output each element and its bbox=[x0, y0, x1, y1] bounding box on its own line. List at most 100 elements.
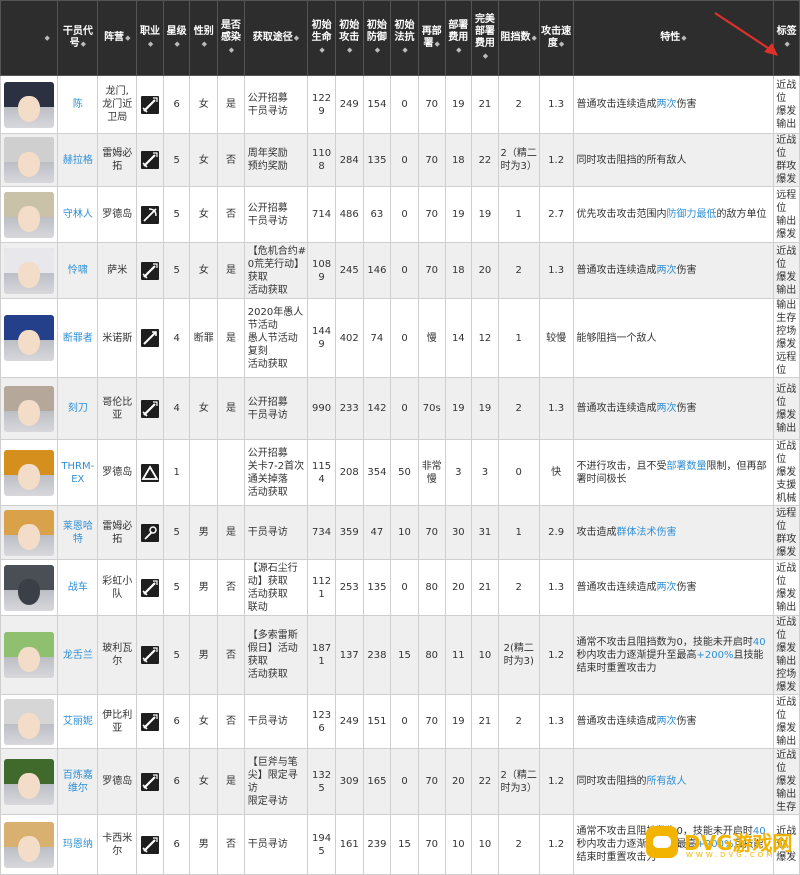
cost-cell: 30 bbox=[444, 505, 473, 560]
thrm-ex-portrait-icon[interactable] bbox=[4, 449, 55, 496]
trait-text: 普通攻击连续造成 bbox=[576, 582, 657, 593]
sort-icon[interactable]: ◆ bbox=[434, 38, 439, 50]
gender-cell-value: 男 bbox=[198, 649, 209, 661]
sort-icon[interactable]: ◆ bbox=[202, 38, 207, 50]
speed-cell-value: 2.7 bbox=[548, 209, 565, 220]
speed-cell: 1.3 bbox=[538, 242, 574, 299]
perfect_cost-cell: 10 bbox=[471, 814, 499, 875]
column-header[interactable]: 性别◆ bbox=[189, 0, 219, 76]
table-row: THRM-EX 罗德岛 1 公开招募 关卡7-2首次通关掉落 活动获取 1154 208 3… bbox=[0, 439, 800, 506]
trait-keyword: +200% bbox=[696, 839, 734, 850]
flint-portrait-icon[interactable] bbox=[4, 758, 55, 805]
trait-cell: 同时攻击阻挡的所有敌人 bbox=[572, 748, 775, 815]
blemishine-portrait-icon[interactable] bbox=[4, 821, 55, 868]
operator-name-link[interactable]: 艾丽妮 bbox=[63, 716, 93, 727]
infected-cell-value: 是 bbox=[225, 403, 236, 414]
column-header[interactable]: 星级◆ bbox=[162, 0, 191, 76]
sniper-crossbow-icon bbox=[141, 205, 160, 224]
column-header[interactable]: 完美部署费用◆ bbox=[471, 0, 499, 76]
operator-name-link[interactable]: 战车 bbox=[68, 582, 88, 593]
star-cell: 6 bbox=[162, 75, 191, 134]
operator-name-link[interactable]: 莱恩哈特 bbox=[63, 521, 93, 545]
sort-icon[interactable]: ◆ bbox=[347, 44, 352, 56]
speed-cell-value: 2.9 bbox=[548, 527, 565, 538]
cutter-portrait-icon[interactable] bbox=[4, 385, 55, 432]
sort-icon[interactable]: ◆ bbox=[174, 38, 179, 50]
infected-cell: 是 bbox=[217, 242, 245, 299]
atk-cell: 284 bbox=[334, 133, 364, 187]
speed-cell: 1.3 bbox=[538, 377, 574, 440]
res-cell-value: 0 bbox=[401, 99, 408, 110]
column-header[interactable]: 再部署◆ bbox=[417, 0, 446, 76]
column-header[interactable]: 初始法抗◆ bbox=[390, 0, 419, 76]
block-cell-value: 2 bbox=[515, 716, 522, 727]
sort-icon[interactable]: ◆ bbox=[402, 44, 407, 56]
block-cell-value: 2(精二时为3) bbox=[503, 643, 534, 667]
column-header[interactable]: 初始攻击◆ bbox=[334, 0, 364, 76]
perfect_cost-cell-value: 21 bbox=[478, 716, 492, 727]
sort-icon[interactable]: ◆ bbox=[784, 38, 789, 50]
column-header[interactable]: 标签◆ bbox=[773, 0, 800, 76]
operator-name-link[interactable]: 守林人 bbox=[63, 209, 93, 220]
irene-portrait-icon[interactable] bbox=[4, 698, 55, 745]
column-header[interactable]: 攻击速度◆ bbox=[538, 0, 574, 76]
sort-icon[interactable]: ◆ bbox=[81, 38, 86, 50]
sort-icon[interactable]: ◆ bbox=[294, 32, 299, 44]
cost-cell-value: 10 bbox=[451, 839, 465, 850]
speed-cell-value: 1.2 bbox=[548, 776, 565, 787]
sort-icon[interactable]: ◆ bbox=[456, 44, 461, 56]
res-cell-value: 10 bbox=[398, 527, 411, 538]
specter-portrait-icon[interactable] bbox=[4, 315, 55, 361]
column-header[interactable]: 特性◆ bbox=[572, 0, 775, 76]
column-header[interactable]: 干员代号◆ bbox=[57, 0, 99, 76]
shining-portrait-icon[interactable] bbox=[4, 137, 55, 183]
operator-name-link[interactable]: 断罪者 bbox=[63, 333, 93, 344]
sort-icon[interactable]: ◆ bbox=[229, 44, 234, 56]
sort-icon[interactable]: ◆ bbox=[319, 44, 324, 56]
operator-name-link[interactable]: 玛恩纳 bbox=[63, 839, 93, 850]
tachanka-portrait-icon[interactable] bbox=[4, 564, 55, 611]
infected-cell bbox=[217, 439, 245, 506]
operator-name-link[interactable]: 怜啸 bbox=[68, 265, 88, 276]
whislash-portrait-icon[interactable] bbox=[4, 247, 55, 294]
sort-icon[interactable]: ◆ bbox=[125, 32, 130, 44]
operator-name-link[interactable]: 百炼嘉维尔 bbox=[63, 770, 93, 794]
column-header[interactable]: 初始防御◆ bbox=[362, 0, 392, 76]
block-cell-value: 2 bbox=[515, 265, 522, 276]
column-header[interactable]: 是否感染◆ bbox=[217, 0, 245, 76]
sort-icon[interactable]: ◆ bbox=[148, 38, 153, 50]
column-header[interactable]: 部署费用◆ bbox=[444, 0, 473, 76]
tulip-portrait-icon[interactable] bbox=[4, 632, 55, 678]
operator-name-link[interactable]: 刻刀 bbox=[68, 403, 88, 414]
ceobe-portrait-icon[interactable] bbox=[4, 509, 55, 556]
avatar-cell bbox=[0, 377, 59, 440]
operator-name-link[interactable]: 陈 bbox=[73, 99, 83, 110]
atk-cell: 233 bbox=[334, 377, 364, 440]
trait-cell: 通常不攻击且阻挡数为0，技能未开启时40秒内攻击力逐渐提升至最高+200%且技能… bbox=[572, 615, 775, 695]
sort-icon[interactable]: ◆ bbox=[483, 50, 488, 62]
shiraiyuki-portrait-icon[interactable] bbox=[4, 191, 55, 238]
sort-icon[interactable]: ◆ bbox=[44, 32, 49, 44]
column-header[interactable]: 获取途径◆ bbox=[243, 0, 309, 76]
column-header[interactable]: 职业◆ bbox=[136, 0, 164, 76]
trait-cell: 普通攻击连续造成两次伤害 bbox=[572, 377, 775, 440]
star-cell: 6 bbox=[162, 694, 191, 749]
operator-name-cell: 赫拉格 bbox=[57, 133, 99, 187]
trait-keyword: 40 bbox=[752, 636, 766, 648]
operator-name-link[interactable]: THRM-EX bbox=[61, 461, 94, 485]
chen-portrait-icon[interactable] bbox=[4, 81, 55, 128]
operator-name-link[interactable]: 龙舌兰 bbox=[63, 650, 93, 661]
hp-cell: 990 bbox=[307, 377, 336, 440]
column-header[interactable]: 初始生命◆ bbox=[307, 0, 336, 76]
sort-icon[interactable]: ◆ bbox=[559, 38, 564, 50]
sort-icon[interactable]: ◆ bbox=[375, 44, 380, 56]
sort-icon[interactable]: ◆ bbox=[532, 32, 537, 44]
operator-name-link[interactable]: 赫拉格 bbox=[63, 155, 93, 166]
atk-cell-value: 402 bbox=[339, 332, 359, 344]
column-header[interactable]: 阻挡数◆ bbox=[497, 0, 540, 76]
star-cell: 1 bbox=[162, 439, 191, 506]
cost-cell-value: 19 bbox=[451, 716, 465, 727]
sort-icon[interactable]: ◆ bbox=[681, 32, 686, 44]
gender-cell-value: 断罪 bbox=[193, 332, 214, 344]
column-header[interactable]: 阵营◆ bbox=[97, 0, 138, 76]
